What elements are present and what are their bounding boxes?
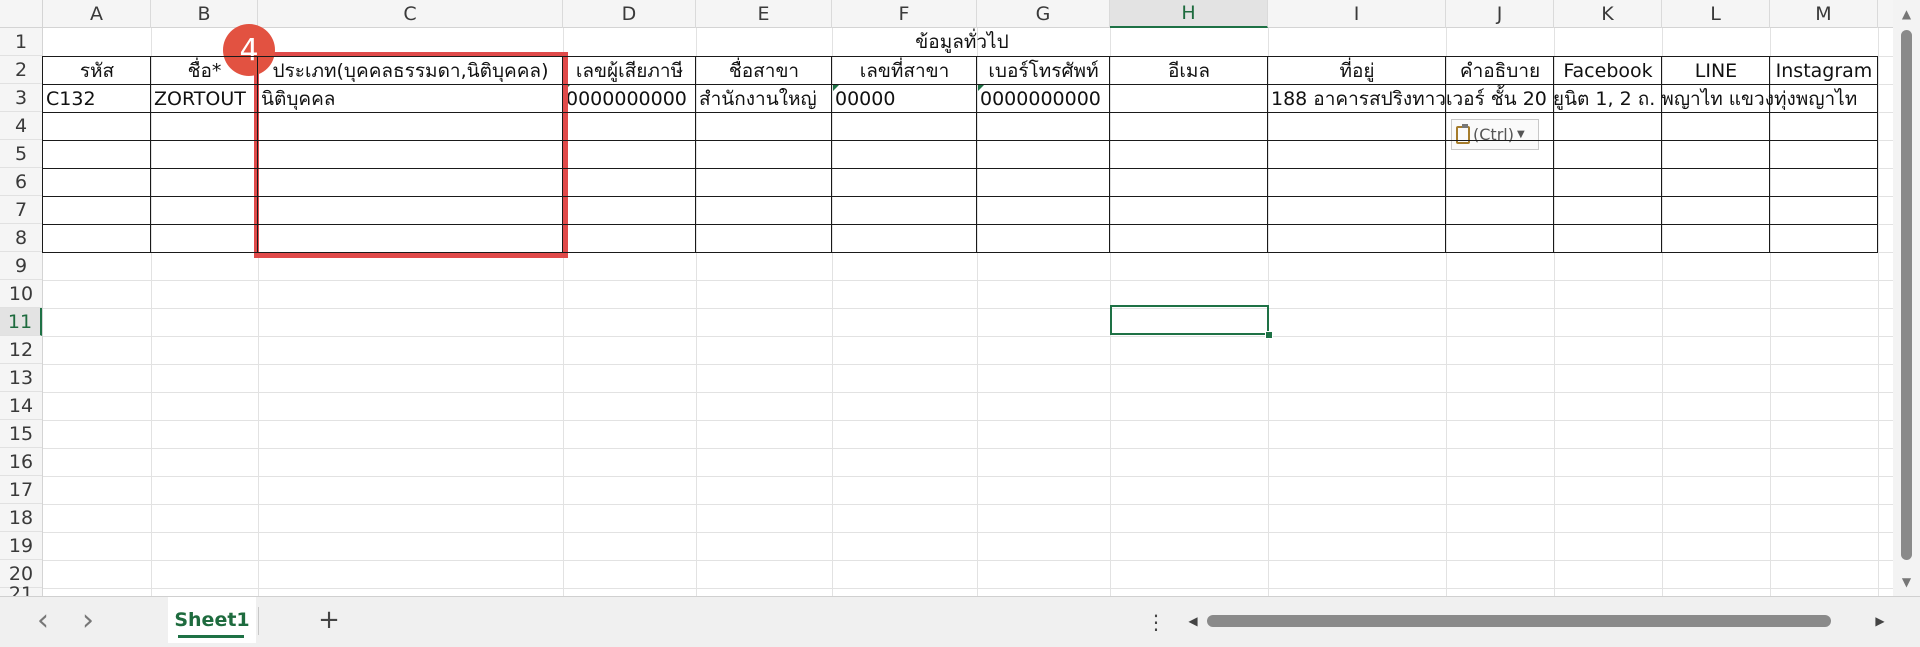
header-cell-d[interactable]: เลขผู้เสียภาษี [564, 57, 695, 84]
row-header-11[interactable]: 11 [0, 308, 42, 336]
row-header-13[interactable]: 13 [0, 364, 42, 392]
row-header-17[interactable]: 17 [0, 476, 42, 504]
column-header-d[interactable]: D [563, 0, 696, 28]
number-as-text-indicator [833, 85, 839, 91]
data-cell-g3[interactable]: 0000000000 [979, 85, 1109, 112]
chevron-down-icon: ▼ [1516, 129, 1525, 140]
column-header-g[interactable]: G [977, 0, 1110, 28]
header-cell-j[interactable]: คำอธิบาย [1447, 57, 1553, 84]
data-cell-e3[interactable]: สำนักงานใหญ่ [698, 85, 831, 112]
title-cell[interactable]: ข้อมูลทั่วไป [887, 28, 1037, 56]
data-cell-i3[interactable]: 188 อาคารสปริงทาวเวอร์ ชั้น 20 ยูนิต 1, … [1270, 85, 1877, 112]
vertical-scroll-thumb[interactable] [1901, 30, 1912, 560]
column-header-a[interactable]: A [43, 0, 151, 28]
row-header-12[interactable]: 12 [0, 336, 42, 364]
column-header-f[interactable]: F [832, 0, 977, 28]
highlight-box-column-c [254, 52, 568, 258]
header-cell-a[interactable]: รหัส [44, 57, 150, 84]
column-header-h[interactable]: H [1110, 0, 1268, 28]
add-sheet-icon[interactable]: + [314, 605, 344, 635]
active-tab-indicator [178, 635, 244, 638]
selected-cell-h11[interactable] [1110, 305, 1269, 335]
row-header-3[interactable]: 3 [0, 84, 42, 112]
header-cell-i[interactable]: ที่อยู่ [1269, 57, 1445, 84]
header-cell-f[interactable]: เลขที่สาขา [833, 57, 976, 84]
header-cell-h[interactable]: อีเมล [1111, 57, 1267, 84]
vertical-scrollbar[interactable]: ▲ ▼ [1893, 0, 1920, 596]
header-cell-l[interactable]: LINE [1663, 57, 1769, 84]
row-header-8[interactable]: 8 [0, 224, 42, 252]
column-header-i[interactable]: I [1268, 0, 1446, 28]
paste-options-label: (Ctrl) [1473, 125, 1514, 144]
column-header-k[interactable]: K [1554, 0, 1662, 28]
row-header-16[interactable]: 16 [0, 448, 42, 476]
data-cell-a3[interactable]: C132 [45, 85, 150, 112]
header-cell-e[interactable]: ชื่อสาขา [697, 57, 831, 84]
row-header-6[interactable]: 6 [0, 168, 42, 196]
column-header-l[interactable]: L [1662, 0, 1770, 28]
row-header-10[interactable]: 10 [0, 280, 42, 308]
row-header-14[interactable]: 14 [0, 392, 42, 420]
more-options-icon[interactable]: ⋮ [1146, 607, 1166, 637]
select-all-corner[interactable] [0, 0, 43, 28]
column-header-c[interactable]: C [258, 0, 563, 28]
data-cell-f3[interactable]: 00000 [834, 85, 976, 112]
scroll-down-icon[interactable]: ▼ [1893, 572, 1920, 592]
row-header-5[interactable]: 5 [0, 140, 42, 168]
header-cell-g[interactable]: เบอร์โทรศัพท์ [978, 57, 1109, 84]
sheet-tab-bar: ‹ › Sheet1 + ⋮ ◀ ▶ [0, 596, 1920, 647]
row-header-7[interactable]: 7 [0, 196, 42, 224]
row-header-1[interactable]: 1 [0, 28, 42, 56]
data-cell-b3[interactable]: ZORTOUT [153, 85, 257, 112]
scroll-left-icon[interactable]: ◀ [1183, 609, 1203, 633]
header-cell-k[interactable]: Facebook [1555, 57, 1661, 84]
scroll-up-icon[interactable]: ▲ [1893, 4, 1920, 24]
header-cell-m[interactable]: Instagram [1771, 57, 1877, 84]
row-header-4[interactable]: 4 [0, 112, 42, 140]
prev-sheet-icon[interactable]: ‹ [28, 603, 58, 638]
row-header-18[interactable]: 18 [0, 504, 42, 532]
row-header-15[interactable]: 15 [0, 420, 42, 448]
scroll-right-icon[interactable]: ▶ [1870, 609, 1890, 633]
row-header-19[interactable]: 19 [0, 532, 42, 560]
data-cell-d3[interactable]: 0000000000 [565, 85, 695, 112]
paste-options-button[interactable]: (Ctrl) ▼ [1451, 119, 1539, 150]
column-header-m[interactable]: M [1770, 0, 1878, 28]
step-number-badge: 4 [223, 24, 275, 76]
row-header-9[interactable]: 9 [0, 252, 42, 280]
column-header-e[interactable]: E [696, 0, 832, 28]
column-header-j[interactable]: J [1446, 0, 1554, 28]
next-sheet-icon[interactable]: › [73, 603, 103, 638]
row-header-2[interactable]: 2 [0, 56, 42, 84]
number-as-text-indicator [978, 85, 984, 91]
fill-handle[interactable] [1265, 331, 1273, 339]
horizontal-scroll-thumb[interactable] [1207, 615, 1831, 627]
